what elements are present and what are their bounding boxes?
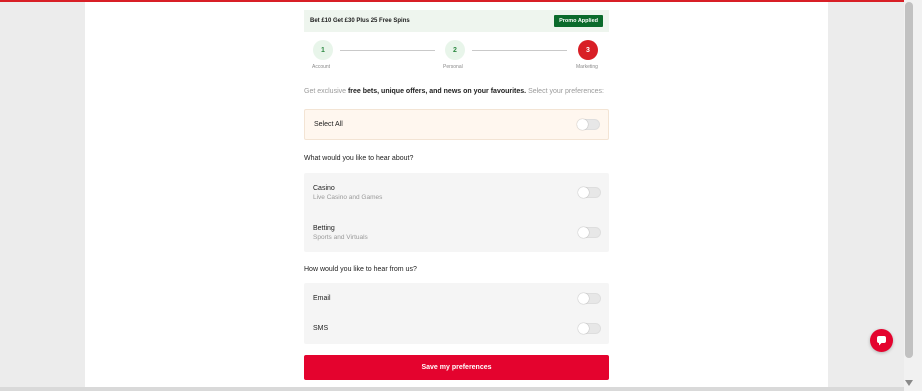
step-2-circle[interactable]: 2 [445,40,465,60]
promo-text: Bet £10 Get £30 Plus 25 Free Spins [310,18,410,24]
sms-label: SMS [313,324,329,332]
chat-button[interactable] [870,329,893,352]
casino-title: Casino [313,184,335,192]
intro-highlight: free bets, unique offers, and news on yo… [347,88,527,95]
toggle-knob [578,292,589,304]
channels-heading: How would you like to hear from us? [304,266,417,273]
bottom-strip [0,387,904,391]
toggle-knob [577,119,588,130]
select-all-toggle[interactable] [577,119,600,130]
channel-email-row[interactable]: Email [304,283,609,313]
betting-subtitle: Sports and Virtuals [313,233,368,241]
chat-bubble-icon [877,336,886,346]
step-3-circle: 3 [578,40,598,60]
step-2-label: Personal [443,64,463,70]
intro-prefix: Get exclusive [304,88,348,95]
betting-toggle[interactable] [578,227,601,238]
intro-text: Get exclusive free bets, unique offers, … [304,88,609,95]
intro-suffix: Select your preferences: [526,88,604,95]
promo-applied-badge: Promo Applied [554,15,603,27]
select-all-label: Select All [314,121,343,128]
step-connector [340,50,435,51]
sms-toggle[interactable] [578,322,601,334]
step-1-label: Account [312,64,331,70]
casino-toggle[interactable] [578,187,601,198]
toggle-knob [578,187,589,198]
betting-title: Betting [313,224,335,232]
promo-banner: Bet £10 Get £30 Plus 25 Free Spins Promo… [304,10,609,32]
scroll-down-arrow-icon[interactable] [905,380,913,386]
email-label: Email [313,294,331,302]
toggle-knob [578,322,589,334]
casino-subtitle: Live Casino and Games [313,193,383,201]
channel-sms-row[interactable]: SMS [304,313,609,343]
topic-betting-row[interactable]: Betting Sports and Virtuals [304,213,609,252]
toggle-knob [578,227,589,238]
signup-stepper: 1 2 3 Account Personal Marketing [304,40,609,74]
topic-casino-row[interactable]: Casino Live Casino and Games [304,173,609,212]
scrollbar-thumb[interactable] [905,2,913,358]
email-toggle[interactable] [578,292,601,304]
select-all-row[interactable]: Select All [304,109,609,140]
save-preferences-button[interactable]: Save my preferences [304,355,609,380]
step-3-label: Marketing [576,64,598,70]
channels-group: Email SMS [304,283,609,344]
step-connector [472,50,567,51]
topics-group: Casino Live Casino and Games Betting Spo… [304,173,609,252]
step-1-circle[interactable]: 1 [313,40,333,60]
topics-heading: What would you like to hear about? [304,155,414,162]
